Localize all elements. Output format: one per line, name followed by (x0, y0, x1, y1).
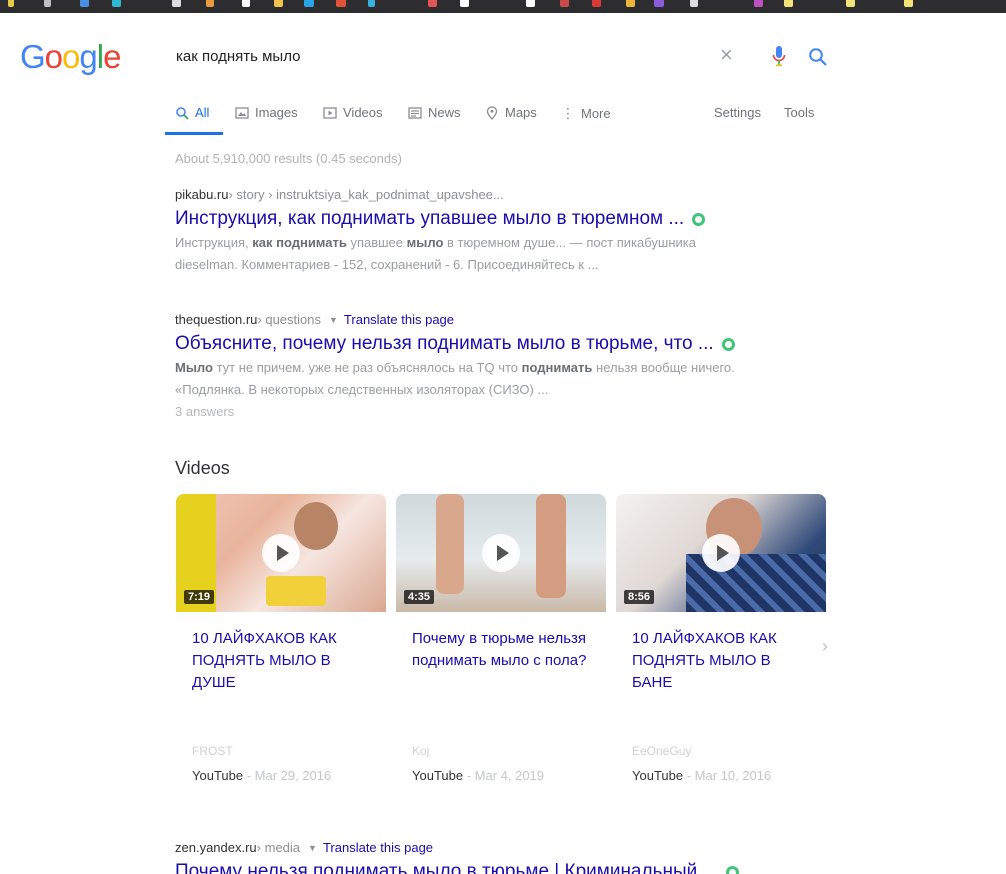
play-icon[interactable] (262, 534, 300, 572)
result-cite[interactable]: zen.yandex.ru › media ▼ Translate this p… (175, 839, 775, 857)
result-snippet: Инструкция, как поднимать упавшее мыло в… (175, 235, 696, 272)
bookmark-icon[interactable] (44, 0, 51, 7)
result-cite[interactable]: pikabu.ru › story › instruktsiya_kak_pod… (175, 186, 775, 204)
bookmark-icon[interactable] (560, 0, 569, 7)
caret-down-icon[interactable]: ▼ (308, 839, 317, 857)
video-source: YouTube - Mar 10, 2016 (632, 768, 772, 783)
google-logo[interactable]: Google (20, 38, 121, 76)
news-icon (408, 106, 422, 119)
answers-count[interactable]: 3 answers (175, 401, 775, 423)
bookmark-icon[interactable] (460, 0, 469, 7)
search-result: thequestion.ru › questions ▼ Translate t… (175, 311, 775, 423)
result-snippet: Мыло тут не причем. уже не раз объясняло… (175, 360, 735, 397)
result-title-link[interactable]: Инструкция, как поднимать упавшее мыло в… (175, 206, 775, 232)
tab-news[interactable]: News (408, 105, 461, 120)
result-cite[interactable]: thequestion.ru › questions ▼ Translate t… (175, 311, 775, 329)
leg-graphic (436, 494, 464, 594)
bookmark-icon[interactable] (784, 0, 793, 7)
map-pin-icon (486, 105, 498, 120)
image-icon (235, 106, 249, 119)
video-title[interactable]: 10 ЛАЙФХАКОВ КАК ПОДНЯТЬ МЫЛО В ДУШЕ (192, 628, 372, 694)
tab-images[interactable]: Images (235, 105, 298, 120)
bookmark-icon[interactable] (172, 0, 181, 7)
bookmark-icon[interactable] (304, 0, 314, 7)
video-thumbnail[interactable]: 7:19 (176, 494, 386, 612)
bookmark-icon[interactable] (626, 0, 635, 7)
result-title-link[interactable]: Объясните, почему нельзя поднимать мыло … (175, 331, 775, 357)
safe-status-icon (692, 212, 706, 226)
bookmark-icon[interactable] (368, 0, 375, 7)
search-result: zen.yandex.ru › media ▼ Translate this p… (175, 839, 775, 874)
safe-status-icon (721, 337, 735, 351)
clear-icon[interactable]: × (720, 44, 738, 66)
video-icon (323, 106, 337, 119)
video-channel: EeOneGuy (632, 744, 692, 758)
video-title[interactable]: Почему в тюрьме нельзя поднимать мыло с … (412, 628, 592, 672)
bookmark-icon[interactable] (846, 0, 855, 7)
search-tabs: All Images Videos News Maps ⋮ More Setti… (165, 96, 835, 136)
active-tab-indicator (165, 132, 223, 135)
tools-link[interactable]: Tools (784, 105, 814, 120)
video-source: YouTube - Mar 29, 2016 (192, 768, 332, 783)
bookmark-icon[interactable] (526, 0, 535, 7)
tab-maps[interactable]: Maps (485, 105, 537, 120)
video-channel: FROST (192, 744, 233, 758)
soap-graphic (266, 576, 326, 606)
search-icon (176, 106, 189, 120)
video-duration: 7:19 (184, 590, 215, 604)
logo-letter: o (62, 38, 80, 75)
bookmark-icon[interactable] (206, 0, 214, 7)
tab-all[interactable]: All (175, 105, 209, 120)
bookmark-icon[interactable] (690, 0, 698, 7)
video-card[interactable]: 4:35 Почему в тюрьме нельзя поднимать мы… (396, 494, 606, 783)
play-icon[interactable] (702, 534, 740, 572)
bookmark-icon[interactable] (274, 0, 283, 7)
microphone-icon[interactable] (772, 45, 786, 67)
settings-link[interactable]: Settings (714, 105, 761, 120)
video-duration: 4:35 (404, 590, 435, 604)
bookmark-icon[interactable] (242, 0, 250, 7)
caret-down-icon[interactable]: ▼ (329, 311, 338, 329)
chevron-right-icon[interactable]: › (822, 636, 828, 657)
video-thumbnail[interactable]: 8:56 (616, 494, 826, 612)
bookmark-icon[interactable] (904, 0, 913, 7)
search-box[interactable]: как поднять мыло × (160, 33, 836, 79)
bookmark-icon[interactable] (8, 0, 14, 7)
leg-graphic (536, 494, 566, 598)
bookmark-icon[interactable] (336, 0, 346, 7)
result-title-link[interactable]: Почему нельзя поднимать мыло в тюрьме | … (175, 859, 775, 874)
logo-letter: o (44, 38, 63, 75)
video-source: YouTube - Mar 4, 2019 (412, 768, 545, 783)
bookmark-icon[interactable] (112, 0, 121, 7)
video-thumbnail[interactable]: 4:35 (396, 494, 606, 612)
videos-heading: Videos (175, 458, 230, 478)
logo-letter: G (20, 38, 46, 75)
translate-link[interactable]: Translate this page (323, 839, 433, 857)
search-result: pikabu.ru › story › instruktsiya_kak_pod… (175, 186, 775, 276)
play-icon[interactable] (482, 534, 520, 572)
video-duration: 8:56 (624, 590, 655, 604)
logo-letter: g (79, 38, 97, 75)
tab-more[interactable]: ⋮ More (561, 105, 611, 122)
bookmark-icon[interactable] (654, 0, 664, 7)
result-stats: About 5,910,000 results (0.45 seconds) (175, 151, 402, 166)
translate-link[interactable]: Translate this page (344, 311, 454, 329)
search-icon[interactable] (808, 47, 828, 67)
bookmark-icon[interactable] (428, 0, 437, 7)
video-card[interactable]: 8:56 10 ЛАЙФХАКОВ КАК ПОДНЯТЬ МЫЛО В БАН… (616, 494, 826, 783)
safe-status-icon (726, 865, 740, 874)
tab-videos[interactable]: Videos (323, 105, 383, 120)
more-vert-icon: ⋮ (561, 105, 575, 121)
bookmark-icon[interactable] (80, 0, 89, 7)
bookmark-icon[interactable] (754, 0, 763, 7)
logo-letter: e (103, 38, 121, 75)
search-input[interactable]: как поднять мыло (176, 48, 300, 65)
video-card[interactable]: 7:19 10 ЛАЙФХАКОВ КАК ПОДНЯТЬ МЫЛО В ДУШ… (176, 494, 386, 783)
bookmarks-bar (0, 0, 1006, 13)
video-title[interactable]: 10 ЛАЙФХАКОВ КАК ПОДНЯТЬ МЫЛО В БАНЕ (632, 628, 812, 694)
video-channel: Koj (412, 744, 430, 758)
bookmark-icon[interactable] (592, 0, 601, 7)
face-graphic (294, 502, 338, 550)
